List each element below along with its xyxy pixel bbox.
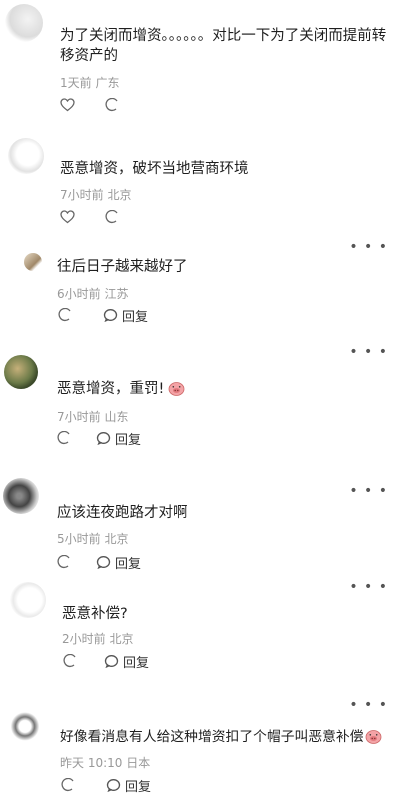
speech-bubble-icon bbox=[106, 779, 121, 792]
like-button[interactable] bbox=[60, 210, 75, 224]
speech-bubble-icon bbox=[96, 432, 111, 445]
avatar[interactable] bbox=[8, 138, 44, 174]
comment-actions bbox=[60, 96, 124, 114]
more-dots-icon[interactable]: • • • bbox=[349, 580, 388, 594]
more-dots-icon[interactable]: • • • bbox=[349, 698, 388, 712]
speech-bubble-icon bbox=[96, 556, 111, 569]
avatar[interactable] bbox=[5, 4, 43, 42]
comment-text: 恶意补偿? bbox=[62, 606, 128, 622]
reply-label: 回复 bbox=[115, 556, 142, 572]
speech-bubble-icon bbox=[58, 308, 71, 322]
reply-button[interactable]: 回复 bbox=[103, 306, 148, 325]
more-dots-icon[interactable]: • • • bbox=[349, 240, 388, 254]
comment-text-content: 好像看消息有人给这种增资扣了个帽子叫恶意补偿 bbox=[60, 729, 364, 745]
speech-bubble-icon bbox=[61, 778, 74, 792]
speech-bubble-icon bbox=[104, 655, 119, 668]
reply-label: 回复 bbox=[123, 655, 150, 671]
avatar[interactable] bbox=[10, 582, 46, 618]
comment-meta: 7小时前 山东 bbox=[57, 410, 129, 424]
avatar[interactable] bbox=[4, 355, 38, 389]
like-button[interactable] bbox=[61, 778, 76, 792]
comment-actions: 回复 bbox=[58, 306, 148, 325]
pig-emoji-icon bbox=[168, 382, 185, 396]
comment-meta: 6小时前 江苏 bbox=[57, 287, 129, 301]
avatar[interactable] bbox=[9, 712, 41, 744]
reply-label: 回复 bbox=[115, 432, 142, 448]
comment-meta: 7小时前 北京 bbox=[60, 188, 132, 202]
pig-emoji-icon bbox=[365, 730, 381, 744]
reply-button[interactable] bbox=[105, 210, 124, 224]
comment-meta: 昨天 10:10 日本 bbox=[60, 756, 151, 770]
comment-actions: 回复 bbox=[57, 429, 141, 448]
like-button[interactable] bbox=[57, 431, 72, 445]
more-dots-icon[interactable]: • • • bbox=[349, 484, 388, 498]
comment-actions: 回复 bbox=[61, 776, 151, 795]
comment-text: 为了关闭而增资。。。。。。对比一下为了关闭而提前转移资产的 bbox=[60, 28, 387, 64]
reply-button[interactable]: 回复 bbox=[96, 553, 141, 572]
speech-bubble-icon bbox=[103, 309, 118, 322]
like-button[interactable] bbox=[63, 654, 78, 668]
comment-text: 恶意增资，重罚! bbox=[57, 379, 397, 399]
comment-actions bbox=[60, 208, 124, 226]
comment-actions: 回复 bbox=[63, 652, 149, 671]
speech-bubble-icon bbox=[105, 210, 118, 224]
avatar[interactable] bbox=[3, 478, 39, 514]
speech-bubble-icon bbox=[57, 555, 70, 569]
comment-text: 好像看消息有人给这种增资扣了个帽子叫恶意补偿 bbox=[60, 727, 405, 747]
heart-outline-icon bbox=[60, 98, 75, 112]
comment-meta: 1天前 广东 bbox=[60, 76, 120, 90]
reply-button[interactable]: 回复 bbox=[96, 429, 141, 448]
comment-text: 往后日子越来越好了 bbox=[57, 259, 188, 275]
like-button[interactable] bbox=[58, 308, 73, 322]
comment-actions: 回复 bbox=[57, 553, 141, 572]
speech-bubble-icon bbox=[63, 654, 76, 668]
avatar[interactable] bbox=[24, 253, 42, 271]
heart-outline-icon bbox=[60, 210, 75, 224]
like-button[interactable] bbox=[57, 555, 72, 569]
comment-text: 恶意增资，破坏当地营商环境 bbox=[60, 161, 249, 177]
comment-text: 应该连夜跑路才对啊 bbox=[57, 505, 188, 521]
more-dots-icon[interactable]: • • • bbox=[349, 345, 388, 359]
reply-label: 回复 bbox=[122, 309, 149, 325]
comment-meta: 2小时前 北京 bbox=[62, 632, 134, 646]
reply-button[interactable]: 回复 bbox=[106, 776, 151, 795]
speech-bubble-icon bbox=[105, 98, 118, 112]
reply-label: 回复 bbox=[125, 779, 152, 795]
like-button[interactable] bbox=[60, 98, 75, 112]
reply-button[interactable] bbox=[105, 98, 124, 112]
reply-button[interactable]: 回复 bbox=[104, 652, 149, 671]
comment-meta: 5小时前 北京 bbox=[57, 532, 129, 546]
comment-text-content: 恶意增资，重罚! bbox=[57, 381, 165, 397]
speech-bubble-icon bbox=[57, 431, 70, 445]
